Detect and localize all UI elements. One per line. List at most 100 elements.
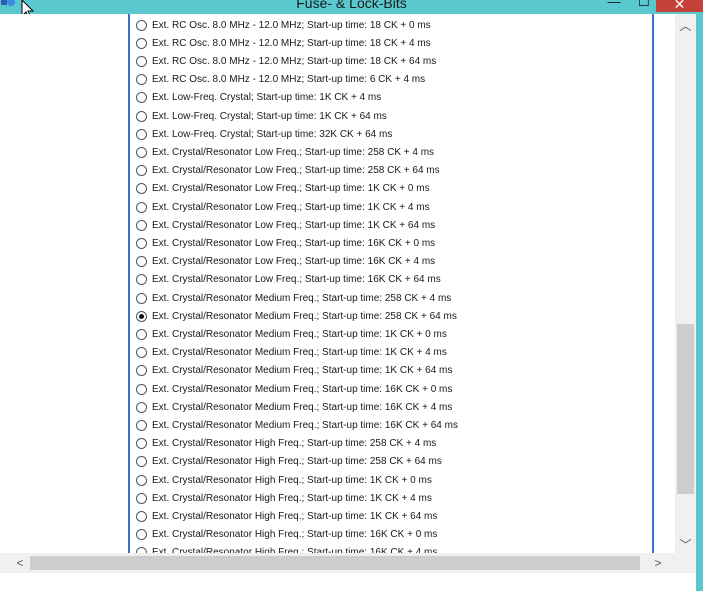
clock-option-row[interactable]: Ext. Crystal/Resonator High Freq.; Start… <box>136 507 437 525</box>
clock-option-row[interactable]: Ext. RC Osc. 8.0 MHz - 12.0 MHz; Start-u… <box>136 71 425 89</box>
clock-option-row[interactable]: Ext. Crystal/Resonator High Freq.; Start… <box>136 489 432 507</box>
radio-button[interactable] <box>136 219 147 231</box>
clock-option-label: Ext. RC Osc. 8.0 MHz - 12.0 MHz; Start-u… <box>152 55 437 67</box>
radio-button[interactable] <box>136 456 147 468</box>
close-button[interactable]: ✕ <box>656 0 703 12</box>
clock-option-row[interactable]: Ext. Crystal/Resonator Medium Freq.; Sta… <box>136 307 457 325</box>
clock-option-row[interactable]: Ext. Crystal/Resonator Medium Freq.; Sta… <box>136 325 447 343</box>
title-bar[interactable]: Fuse- & Lock-Bits — ☐ ✕ <box>0 0 703 19</box>
radio-button[interactable] <box>136 37 147 49</box>
clock-option-label: Ext. Crystal/Resonator Medium Freq.; Sta… <box>152 347 447 359</box>
clock-option-row[interactable]: Ext. Crystal/Resonator High Freq.; Start… <box>136 435 436 453</box>
clock-option-row[interactable]: Ext. RC Osc. 8.0 MHz - 12.0 MHz; Start-u… <box>136 52 436 70</box>
radio-button[interactable] <box>136 510 147 522</box>
clock-option-label: Ext. RC Osc. 8.0 MHz - 12.0 MHz; Start-u… <box>152 74 426 86</box>
scroll-left-button[interactable]: < <box>10 553 30 573</box>
radio-button[interactable] <box>136 365 147 377</box>
clock-option-row[interactable]: Ext. Crystal/Resonator Medium Freq.; Sta… <box>136 344 447 362</box>
clock-option-row[interactable]: Ext. Low-Freq. Crystal; Start-up time: 1… <box>136 89 381 107</box>
clock-option-label: Ext. Crystal/Resonator Low Freq.; Start-… <box>152 146 435 158</box>
radio-button[interactable] <box>136 183 147 195</box>
radio-button[interactable] <box>136 256 147 268</box>
clock-option-row[interactable]: Ext. Crystal/Resonator Medium Freq.; Sta… <box>136 398 452 416</box>
clock-option-label: Ext. Crystal/Resonator Medium Freq.; Sta… <box>152 419 458 431</box>
clock-option-label: Ext. Crystal/Resonator High Freq.; Start… <box>152 492 432 504</box>
client-area: Ext. RC Osc. 8.0 MHz - 12.0 MHz; Start-u… <box>0 14 696 591</box>
clock-option-row[interactable]: Ext. Low-Freq. Crystal; Start-up time: 1… <box>136 107 387 125</box>
clock-option-label: Ext. Crystal/Resonator Low Freq.; Start-… <box>152 201 430 213</box>
radio-button[interactable] <box>136 201 147 213</box>
vertical-scrollbar[interactable]: ︿ ﹀ <box>675 14 696 554</box>
clock-option-label: Ext. Crystal/Resonator Low Freq.; Start-… <box>152 274 441 286</box>
clock-option-row[interactable]: Ext. Crystal/Resonator High Freq.; Start… <box>136 471 432 489</box>
clock-option-row[interactable]: Ext. Crystal/Resonator Medium Freq.; Sta… <box>136 289 451 307</box>
clock-option-label: Ext. Crystal/Resonator Low Freq.; Start-… <box>152 165 440 177</box>
scroll-down-button[interactable]: ﹀ <box>675 536 696 554</box>
clock-option-row[interactable]: Ext. Crystal/Resonator Medium Freq.; Sta… <box>136 362 452 380</box>
clock-option-row[interactable]: Ext. Crystal/Resonator Low Freq.; Start-… <box>136 143 434 161</box>
radio-button[interactable] <box>136 347 147 359</box>
clock-option-label: Ext. Crystal/Resonator High Freq.; Start… <box>152 474 432 486</box>
clock-option-row[interactable]: Ext. Crystal/Resonator Low Freq.; Start-… <box>136 271 441 289</box>
clock-option-label: Ext. Crystal/Resonator Medium Freq.; Sta… <box>152 292 452 304</box>
radio-button[interactable] <box>136 492 147 504</box>
radio-button[interactable] <box>136 128 147 140</box>
window-title: Fuse- & Lock-Bits <box>296 0 407 11</box>
clock-option-label: Ext. Crystal/Resonator High Freq.; Start… <box>152 456 442 468</box>
radio-button[interactable] <box>136 401 147 413</box>
bottom-strip <box>0 591 703 600</box>
radio-button[interactable] <box>136 19 147 31</box>
clock-option-row[interactable]: Ext. Crystal/Resonator Low Freq.; Start-… <box>136 180 430 198</box>
clock-option-label: Ext. Crystal/Resonator Low Freq.; Start-… <box>152 219 436 231</box>
radio-button[interactable] <box>136 165 147 177</box>
clock-option-row[interactable]: Ext. Crystal/Resonator Low Freq.; Start-… <box>136 162 440 180</box>
clock-option-label: Ext. Crystal/Resonator High Freq.; Start… <box>152 438 437 450</box>
clock-option-label: Ext. Crystal/Resonator Low Freq.; Start-… <box>152 256 436 268</box>
radio-button-selected[interactable] <box>136 310 147 322</box>
clock-option-row[interactable]: Ext. Crystal/Resonator Low Freq.; Start-… <box>136 216 435 234</box>
radio-button[interactable] <box>136 419 147 431</box>
clock-option-row[interactable]: Ext. Crystal/Resonator Low Freq.; Start-… <box>136 253 435 271</box>
clock-option-label: Ext. Low-Freq. Crystal; Start-up time: 1… <box>152 110 387 122</box>
radio-button[interactable] <box>136 274 147 286</box>
vertical-scroll-thumb[interactable] <box>677 324 694 494</box>
clock-option-row[interactable]: Ext. RC Osc. 8.0 MHz - 12.0 MHz; Start-u… <box>136 34 431 52</box>
radio-button[interactable] <box>136 74 147 86</box>
clock-option-label: Ext. Crystal/Resonator Medium Freq.; Sta… <box>152 328 447 340</box>
clock-option-row[interactable]: Ext. RC Osc. 8.0 MHz - 12.0 MHz; Start-u… <box>136 16 431 34</box>
clock-option-label: Ext. Crystal/Resonator Medium Freq.; Sta… <box>152 383 453 395</box>
radio-button[interactable] <box>136 237 147 249</box>
radio-button[interactable] <box>136 438 147 450</box>
radio-button[interactable] <box>136 110 147 122</box>
clock-option-row[interactable]: Ext. Low-Freq. Crystal; Start-up time: 3… <box>136 125 392 143</box>
radio-button[interactable] <box>136 383 147 395</box>
clock-option-row[interactable]: Ext. Crystal/Resonator High Freq.; Start… <box>136 453 442 471</box>
clock-option-label: Ext. RC Osc. 8.0 MHz - 12.0 MHz; Start-u… <box>152 19 431 31</box>
clock-option-label: Ext. Crystal/Resonator Medium Freq.; Sta… <box>152 310 457 322</box>
scrollbar-corner <box>675 553 696 573</box>
minimize-button[interactable]: — <box>600 0 628 12</box>
radio-button[interactable] <box>136 292 147 304</box>
radio-button[interactable] <box>136 328 147 340</box>
scroll-right-button[interactable]: > <box>648 553 668 573</box>
radio-button[interactable] <box>136 474 147 486</box>
clock-source-option-list: Ext. RC Osc. 8.0 MHz - 12.0 MHz; Start-u… <box>128 14 654 567</box>
clock-option-row[interactable]: Ext. Crystal/Resonator Low Freq.; Start-… <box>136 234 435 252</box>
scroll-up-button[interactable]: ︿ <box>675 17 696 35</box>
radio-button[interactable] <box>136 529 147 541</box>
clock-option-row[interactable]: Ext. Crystal/Resonator Low Freq.; Start-… <box>136 198 430 216</box>
clock-option-row[interactable]: Ext. Crystal/Resonator Medium Freq.; Sta… <box>136 416 458 434</box>
horizontal-scrollbar[interactable]: < > <box>0 553 675 573</box>
maximize-button[interactable]: ☐ <box>630 0 658 12</box>
clock-option-label: Ext. Crystal/Resonator High Freq.; Start… <box>152 529 438 541</box>
clock-option-label: Ext. Crystal/Resonator Low Freq.; Start-… <box>152 237 436 249</box>
radio-button[interactable] <box>136 92 147 104</box>
clock-option-label: Ext. Crystal/Resonator Medium Freq.; Sta… <box>152 365 453 377</box>
radio-button[interactable] <box>136 55 147 67</box>
clock-option-row[interactable]: Ext. Crystal/Resonator Medium Freq.; Sta… <box>136 380 452 398</box>
clock-option-label: Ext. Crystal/Resonator High Freq.; Start… <box>152 510 438 522</box>
horizontal-scroll-thumb[interactable] <box>30 556 640 570</box>
radio-button[interactable] <box>136 146 147 158</box>
clock-option-row[interactable]: Ext. Crystal/Resonator High Freq.; Start… <box>136 526 437 544</box>
clock-option-label: Ext. Crystal/Resonator Low Freq.; Start-… <box>152 183 430 195</box>
